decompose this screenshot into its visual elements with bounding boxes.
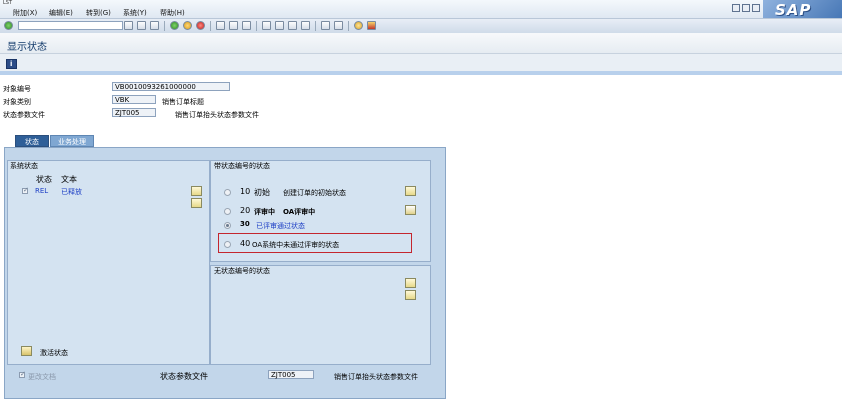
menu-help[interactable]: 帮助(H) [160,8,185,18]
last-page-icon[interactable] [301,21,310,30]
change-docs-label: 更改文档 [28,373,56,381]
info-icon: i [10,60,13,68]
activate-status-button[interactable] [21,346,32,356]
system-status-title: 系统状态 [10,162,38,170]
tab-business-processing[interactable]: 业务处理 [50,135,94,147]
col-text-header: 文本 [61,175,77,184]
standard-toolbar [0,18,842,34]
enter-icon[interactable] [4,21,13,30]
help-icon[interactable] [354,21,363,30]
tab-status[interactable]: 状态 [15,135,49,147]
footer-profile-label: 状态参数文件 [160,372,208,381]
minimize-icon[interactable] [732,4,740,12]
status-num-10: 10 [240,187,251,196]
menu-system[interactable]: 系统(Y) [123,8,147,18]
status-code-20: 评审中 [254,208,275,216]
object-category-field: VBK [112,95,156,104]
save-icon[interactable] [137,21,146,30]
header-divider [0,71,842,75]
status-without-number-scroll-up-icon[interactable] [405,278,416,288]
first-page-icon[interactable] [262,21,271,30]
status-text-10: 创建订单的初始状态 [283,189,346,197]
highlight-box [218,233,412,253]
info-button[interactable]: i [6,59,17,69]
status-row-text: 已释放 [61,188,82,196]
close-window-icon[interactable] [752,4,760,12]
find-icon[interactable] [229,21,238,30]
footer-profile-field: ZJT005 [268,370,314,379]
status-row-checkbox [22,186,29,194]
next-page-icon[interactable] [288,21,297,30]
shortcut-icon[interactable] [334,21,343,30]
print-icon[interactable] [216,21,225,30]
status-num-20: 20 [240,206,251,215]
status-profile-field: ZJT005 [112,108,156,117]
object-category-label: 对象类别 [3,98,31,106]
window-menu-label: LST [3,0,13,6]
status-without-number-title: 无状态编号的状态 [214,267,270,275]
maximize-icon[interactable] [742,4,750,12]
previous-page-icon[interactable] [275,21,284,30]
status-with-number-scroll-down-icon[interactable] [405,205,416,215]
status-with-number-scroll-up-icon[interactable] [405,186,416,196]
page-title: 显示状态 [7,42,47,53]
exit-icon[interactable] [183,21,192,30]
back-icon[interactable] [170,21,179,30]
status-without-number-scroll-down-icon[interactable] [405,290,416,300]
command-dropdown-icon[interactable] [124,21,133,30]
status-row-code: REL [35,187,49,195]
new-session-icon[interactable] [321,21,330,30]
menu-bar: LST 附加(X) 编辑(E) 转到(G) 系统(Y) 帮助(H) [0,0,842,18]
status-radio-20[interactable] [224,208,231,215]
menu-goto[interactable]: 转到(G) [86,8,111,18]
activate-status-label: 激活状态 [40,349,68,357]
scroll-up-icon[interactable] [191,186,202,196]
menu-extras[interactable]: 附加(X) [13,8,37,18]
status-code-10: 初始 [254,188,270,197]
status-text-30: 已评审通过状态 [256,222,305,230]
status-num-30: 30 [240,220,250,228]
command-field[interactable] [18,21,123,30]
menu-edit[interactable]: 编辑(E) [49,8,73,18]
title-bar [0,33,842,54]
status-text-20: OA评审中 [283,208,316,216]
object-number-label: 对象编号 [3,85,31,93]
status-with-number-title: 带状态编号的状态 [214,162,270,170]
status-without-number-group [210,265,431,365]
sap-logo-text: SAP [775,1,812,19]
scroll-down-icon[interactable] [191,198,202,208]
footer-profile-desc: 销售订单抬头状态参数文件 [334,373,418,381]
back-history-icon[interactable] [150,21,159,30]
find-next-icon[interactable] [242,21,251,30]
status-profile-label: 状态参数文件 [3,111,45,119]
object-category-desc: 销售订单标题 [162,98,204,106]
layout-menu-icon[interactable] [367,21,376,30]
application-toolbar [0,54,842,72]
status-radio-10[interactable] [224,189,231,196]
change-docs-checkbox [19,370,26,378]
status-radio-30[interactable] [224,222,231,229]
col-status-header: 状态 [36,175,52,184]
object-number-field: VB0010093261000000 [112,82,230,91]
status-profile-desc: 销售订单抬头状态参数文件 [175,111,259,119]
cancel-icon[interactable] [196,21,205,30]
